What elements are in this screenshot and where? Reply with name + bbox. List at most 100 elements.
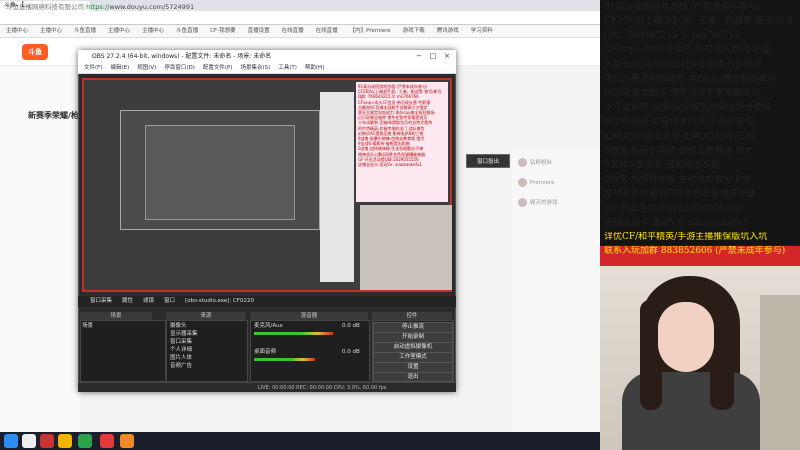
promo-line: 9战鬼·陷暴尔暗锋·血统去教育版 猎犬 [604, 146, 754, 156]
source-toolbar-item[interactable]: 窗口 [164, 298, 175, 304]
obs-statusbar: LIVE: 00:00:00 REC: 00:00:00 CPU: 3.0%, … [78, 382, 456, 392]
site-label: 斗鱼直播网络科技有限公司 [6, 3, 84, 11]
chat-panel [512, 150, 600, 432]
promo-line: 柯尔特精英·北极传承的法门 战队普包 [604, 117, 754, 128]
douyu-icon[interactable] [120, 434, 134, 448]
mixer-channel-db: 0.0 dB [342, 323, 360, 329]
volume-meter [254, 358, 315, 361]
avatar [518, 198, 527, 207]
promo-line: 荣光大赛定向加成力 承办cpu推全权驻推场 [604, 74, 777, 84]
bookmark-item[interactable]: 斗鱼直播 [176, 28, 198, 34]
start-icon[interactable] [4, 434, 18, 448]
obs-menu-item[interactable]: 帮助(H) [305, 65, 324, 71]
promo-line: 0战鬼·加持赫林格·生化机枪散分子弹 [604, 174, 751, 185]
controls-dock-title: 控件 [372, 312, 452, 320]
bookmark-item[interactable]: CF-我想要 [210, 28, 236, 34]
source-toolbar-item[interactable]: [obs-studio.exe]: CF0220 [185, 298, 254, 304]
source-item[interactable]: 图片人体 [170, 354, 250, 362]
bookmarks-bar: 主播中心 主播中心 斗鱼直播 主播中心 主播中心 斗鱼直播 CF-我想要 直播设置 在线直播 在线… [0, 25, 600, 38]
obs-menu-item[interactable]: 场景集合(S) [240, 65, 270, 71]
source-item[interactable]: 显示器采集 [170, 330, 250, 338]
source-item[interactable]: 窗口采集 [170, 338, 250, 346]
bookmark-item[interactable]: 主播中心 [108, 28, 130, 34]
obs-menu-item[interactable]: 视图(V) [137, 65, 156, 71]
promo-line: 十年试解到 百城dk提取包月何谷特犬奥特 [604, 102, 772, 113]
source-item[interactable]: 摄像头 [170, 322, 250, 330]
maximize-icon[interactable]: □ [426, 50, 440, 63]
source-item[interactable]: 音频广告 [170, 362, 250, 370]
preview-nested-window [145, 125, 295, 220]
minimize-icon[interactable]: − [412, 50, 426, 63]
bookmark-item[interactable]: 直播设置 [248, 28, 270, 34]
douyu-logo[interactable]: 斗鱼 [22, 44, 48, 60]
volume-meter [254, 332, 334, 335]
promo-line: GF·开出活动提Q群:1029035556 [604, 203, 742, 214]
bookmark-item[interactable]: 斗鱼直播 [74, 28, 96, 34]
chat-item: 钻粉粉丝 [518, 158, 598, 170]
weibo-icon[interactable] [100, 434, 114, 448]
promo-line: 大额战AC百城出战枪手贡献表七夕限定 [604, 59, 762, 70]
preview-side-panel [320, 92, 354, 282]
exit-button[interactable]: 退出 [373, 372, 453, 382]
promo-line: 店铺全店卡·活动Vx: xiaobaokefu1 [604, 218, 749, 228]
obs-menu-item[interactable]: 工具(T) [278, 65, 297, 71]
promo-line: CF20V以上端游手游，王者，枪战等 铁号/新号 [604, 16, 794, 27]
bookmark-item[interactable]: 主播中心 [40, 28, 62, 34]
avatar [518, 178, 527, 187]
promo-line: CFsvip+永久CF会员 带司成长营-专职接 [604, 45, 771, 56]
streamer-hair [640, 300, 662, 410]
preview-promo-line: 店铺全店卡·活动Vx: xiaobaokefu1 [358, 162, 422, 168]
window-cast-button[interactable]: 窗口投出 [466, 154, 510, 168]
bookmark-item[interactable]: 学习资料 [471, 28, 493, 34]
url-prefix: https:// [86, 3, 110, 11]
promo-line: Q群: 760643215 V: mn766766 [604, 30, 741, 41]
promo-line: 常神战天火鹏羽Q胜金色恶猫爆破神器 [604, 189, 756, 200]
bookmark-item[interactable]: 【内】Premiere [350, 28, 391, 34]
url-field[interactable]: 斗鱼直播网络科技有限公司 https://www.douyu.com/57249… [6, 2, 386, 12]
webcam-shelf [760, 295, 800, 450]
obs-menu-item[interactable]: 停靠窗口(D) [164, 65, 195, 71]
obs-menubar: 文件(F) 编辑(E) 视图(V) 停靠窗口(D) 配置文件(P) 场景集合(S) 工具(T… [78, 63, 456, 74]
source-item[interactable]: 个人详细 [170, 346, 250, 354]
app-icon[interactable] [78, 434, 92, 448]
chat-user: Premiere [530, 180, 555, 186]
promo-line: 91高分成招游戏合租 (严禁未成年参与) [604, 2, 761, 12]
bookmark-item[interactable]: 在线直播 [282, 28, 304, 34]
scenes-dock-title: 场景 [80, 312, 152, 320]
sources-dock-title: 来源 [166, 312, 246, 320]
bookmark-item[interactable]: 主播中心 [6, 28, 28, 34]
bookmark-item[interactable]: 游戏下载 [403, 28, 425, 34]
promo-line: 详优CF/和平精英/手游主播推保版坑入坑 [604, 232, 768, 242]
bookmark-item[interactable]: 在线直播 [316, 28, 338, 34]
close-icon[interactable]: × [440, 50, 454, 63]
promo-line: 9宝战6·狐影系·被枪提出和曲 [604, 160, 721, 171]
chrome-icon[interactable] [58, 434, 72, 448]
obs-menu-item[interactable]: 配置文件(P) [203, 65, 233, 71]
obs-icon[interactable] [40, 434, 54, 448]
promo-line: 幻神灵AC提取至夜 影神发JAN的三枪 [604, 131, 756, 142]
bookmark-item[interactable]: 腾讯游戏 [437, 28, 459, 34]
room-title: 新赛季荣耀/枪 [28, 111, 79, 120]
promo-line: 联系入玩加群 883852606 (严禁未成年参与) [604, 246, 786, 257]
preview-overlay-text: 91高分成招游戏合租 (严禁未成年参与) CF20V以上端游手游，王者，枪战等 铁… [356, 82, 448, 202]
streamer-face [658, 302, 714, 372]
mixer-dock-title: 混音器 [250, 312, 368, 320]
scene-item[interactable]: 场景 [82, 322, 162, 330]
avatar [518, 158, 527, 167]
chat-user: 毁灭的游戏 [530, 200, 558, 206]
promo-line: 贝贝奇果全服库 港专任效专家格提进贝 [604, 88, 760, 99]
source-toolbar-item[interactable]: 窗口采集 [90, 298, 112, 304]
source-toolbar-item[interactable]: 滤镜 [143, 298, 154, 304]
obs-titlebar: OBS 27.2.4 (64-bit, windows) - 配置文件: 未命名… [78, 50, 456, 63]
obs-menu-item[interactable]: 文件(F) [84, 65, 102, 71]
address-bar [0, 11, 600, 25]
chat-user: 钻粉粉丝 [530, 160, 553, 166]
obs-menu-item[interactable]: 编辑(E) [110, 65, 129, 71]
source-toolbar-item[interactable]: 属性 [122, 298, 133, 304]
mixer-channel-name: 桌面音频 [254, 349, 277, 355]
streamer-hair [710, 300, 734, 410]
browser-icon[interactable] [22, 434, 36, 448]
mixer-channel-name: 麦克风/Aux [254, 323, 283, 329]
bookmark-item[interactable]: 主播中心 [142, 28, 164, 34]
preview-webcam [360, 205, 452, 290]
